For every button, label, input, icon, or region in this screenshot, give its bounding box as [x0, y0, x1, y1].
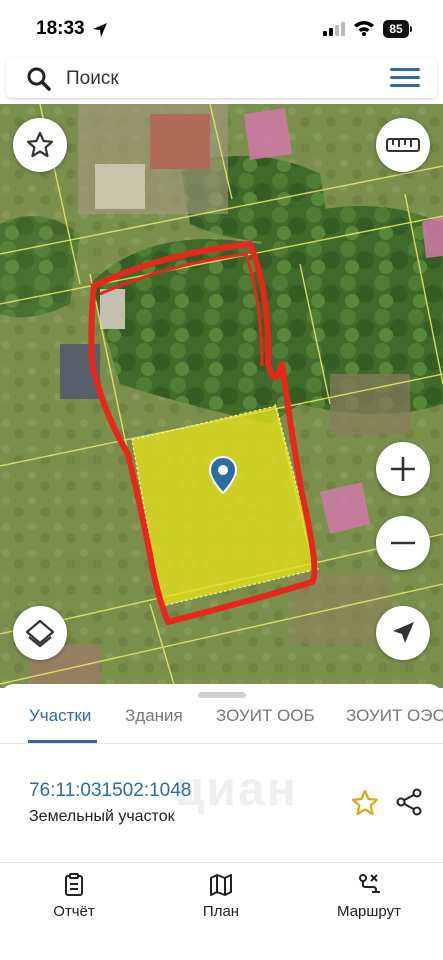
watermark: циан	[175, 763, 298, 816]
satellite-map[interactable]	[0, 104, 443, 688]
favorite-star-icon[interactable]	[350, 788, 380, 818]
search-input[interactable]: Поиск	[66, 68, 119, 90]
tab-parcels[interactable]: Участки	[29, 706, 91, 726]
search-bar[interactable]: Поиск	[6, 58, 437, 98]
status-bar: 18:33 85	[0, 0, 443, 56]
tab-buildings[interactable]: Здания	[125, 706, 183, 726]
menu-icon[interactable]	[388, 66, 422, 90]
battery-icon	[410, 26, 412, 32]
nav-report[interactable]: Отчёт	[19, 873, 129, 920]
my-location-button[interactable]	[376, 606, 430, 660]
report-icon	[65, 873, 83, 896]
zoom-in-button[interactable]	[376, 442, 430, 496]
share-icon[interactable]	[394, 787, 424, 817]
bottom-nav: Отчёт План Маршрут	[0, 862, 443, 960]
signal-icon	[323, 22, 345, 36]
route-icon	[359, 874, 380, 893]
cadastral-number-link[interactable]: 76:11:031502:1048	[29, 780, 191, 802]
nav-report-label: Отчёт	[53, 903, 95, 920]
layers-icon	[25, 619, 55, 648]
search-icon[interactable]	[26, 66, 52, 92]
status-time: 18:33	[36, 18, 85, 39]
location-arrow-icon	[93, 23, 107, 37]
tab-zouit-oes[interactable]: ЗОУИТ ОЭС	[346, 706, 443, 726]
layers-button[interactable]	[13, 606, 67, 660]
star-outline-icon	[26, 131, 54, 158]
nav-route[interactable]: Маршрут	[314, 873, 424, 920]
favorite-map-button[interactable]	[13, 118, 67, 172]
active-tab-indicator	[28, 740, 97, 743]
tab-zouit-oob[interactable]: ЗОУИТ ООБ	[216, 706, 315, 726]
ruler-icon	[386, 138, 420, 152]
minus-icon	[391, 541, 415, 545]
map-view[interactable]	[0, 104, 443, 688]
nav-plan-label: План	[202, 903, 240, 920]
parcel-type: Земельный участок	[29, 808, 175, 825]
map-plan-icon	[210, 874, 232, 896]
nav-plan[interactable]: План	[166, 873, 276, 920]
parcel-info-panel: Участки Здания ЗОУИТ ООБ ЗОУИТ ОЭС циан …	[0, 684, 443, 864]
nav-route-label: Маршрут	[337, 903, 401, 920]
plus-icon	[391, 457, 415, 481]
wifi-icon	[354, 21, 374, 36]
location-pin-icon[interactable]	[209, 456, 237, 494]
navigation-arrow-icon	[393, 622, 414, 643]
layer-tabs: Участки Здания ЗОУИТ ООБ ЗОУИТ ОЭС	[0, 702, 443, 744]
zoom-out-button[interactable]	[376, 516, 430, 570]
drag-handle[interactable]	[198, 692, 246, 698]
battery-level: 85	[383, 20, 409, 38]
ruler-button[interactable]	[376, 118, 430, 172]
